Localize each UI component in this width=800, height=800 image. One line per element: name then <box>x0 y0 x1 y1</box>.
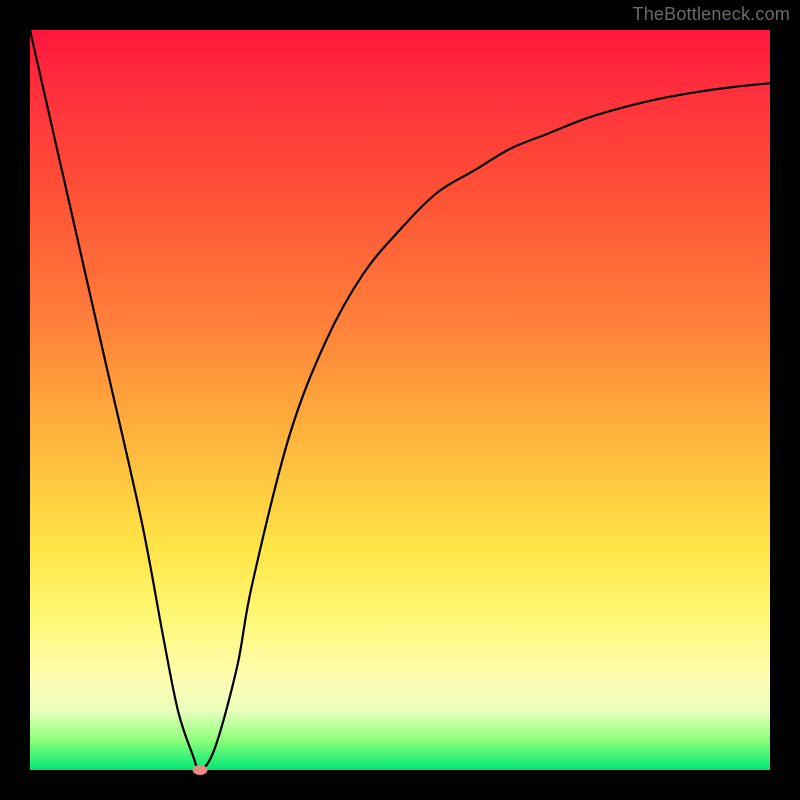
watermark-text: TheBottleneck.com <box>633 4 790 25</box>
min-point-marker <box>193 765 208 775</box>
curve-svg <box>30 30 770 770</box>
plot-area <box>30 30 770 770</box>
bottleneck-curve <box>30 30 770 770</box>
chart-frame: TheBottleneck.com <box>0 0 800 800</box>
